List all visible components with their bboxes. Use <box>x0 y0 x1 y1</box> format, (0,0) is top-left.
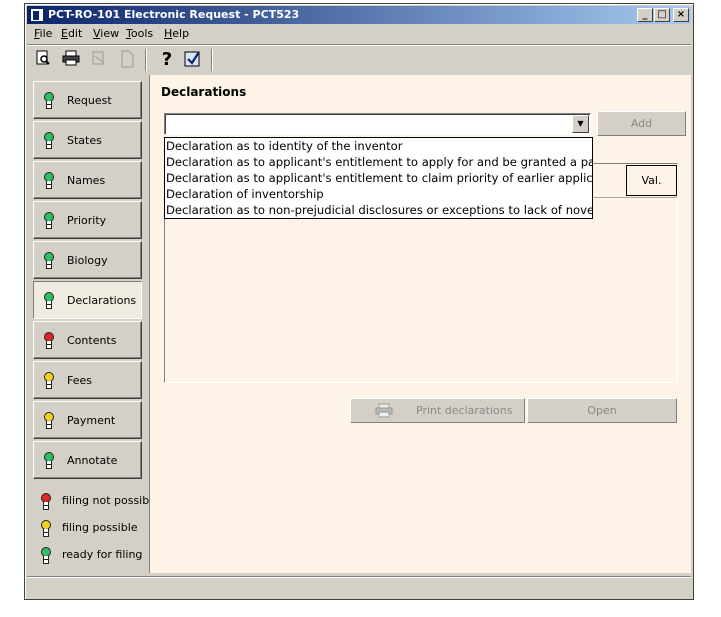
sidebar-item-label: Payment <box>67 414 116 427</box>
menu-view[interactable]: View <box>93 27 119 40</box>
legend-label: filing not possible <box>62 494 160 507</box>
maximize-button[interactable]: □ <box>654 8 670 22</box>
sidebar: Request States Names Priority Biology De… <box>27 75 159 575</box>
new-icon[interactable] <box>117 50 137 70</box>
print-icon <box>375 403 393 426</box>
app-window: PCT-RO-101 Electronic Request - PCT523 _… <box>24 3 694 600</box>
status-light-icon <box>44 212 54 230</box>
minimize-button[interactable]: _ <box>637 8 653 22</box>
sidebar-item-label: Annotate <box>67 454 118 467</box>
chevron-down-icon[interactable]: ▼ <box>572 115 589 133</box>
sidebar-item-label: States <box>67 134 102 147</box>
sidebar-item-label: Fees <box>67 374 92 387</box>
status-light-icon <box>44 172 54 190</box>
print-declarations-label: Print declarations <box>416 404 513 417</box>
sidebar-item-fees[interactable]: Fees <box>33 361 142 399</box>
toolbar: ? <box>27 44 691 74</box>
title-bar[interactable]: PCT-RO-101 Electronic Request - PCT523 _… <box>27 6 691 24</box>
sidebar-item-label: Declarations <box>67 294 137 307</box>
declaration-dropdown-list[interactable]: Declaration as to identity of the invent… <box>164 137 593 219</box>
preview-icon[interactable] <box>33 50 53 70</box>
page-title: Declarations <box>161 85 247 99</box>
sidebar-item-payment[interactable]: Payment <box>33 401 142 439</box>
green-light-icon <box>41 547 51 565</box>
status-light-icon <box>44 412 54 430</box>
sidebar-item-label: Biology <box>67 254 108 267</box>
sidebar-item-label: Names <box>67 174 106 187</box>
dropdown-option[interactable]: Declaration as to applicant's entitlemen… <box>165 170 592 186</box>
sidebar-item-request[interactable]: Request <box>33 81 142 119</box>
sidebar-item-label: Contents <box>67 334 117 347</box>
status-light-icon <box>44 292 54 310</box>
status-light-icon <box>44 372 54 390</box>
declarations-panel: Declarations ▼ Add Val. Declaration as t… <box>149 75 691 573</box>
status-light-icon <box>44 132 54 150</box>
app-icon <box>30 8 44 22</box>
column-header-val[interactable]: Val. <box>626 165 677 196</box>
sidebar-item-label: Priority <box>67 214 107 227</box>
close-button[interactable]: × <box>673 8 689 22</box>
status-light-icon <box>44 252 54 270</box>
toolbar-separator <box>145 49 147 71</box>
sidebar-item-contents[interactable]: Contents <box>33 321 142 359</box>
sidebar-item-label: Request <box>67 94 112 107</box>
sidebar-item-priority[interactable]: Priority <box>33 201 142 239</box>
red-light-icon <box>41 493 51 511</box>
open-button[interactable]: Open <box>527 398 677 423</box>
dropdown-option[interactable]: Declaration of inventorship <box>165 186 592 202</box>
toolbar-separator <box>211 49 213 71</box>
print-declarations-button[interactable]: Print declarations <box>350 398 525 423</box>
sidebar-item-annotate[interactable]: Annotate <box>33 441 142 479</box>
sidebar-item-states[interactable]: States <box>33 121 142 159</box>
dropdown-option[interactable]: Declaration as to applicant's entitlemen… <box>165 154 592 170</box>
export-icon[interactable] <box>89 50 109 70</box>
legend-label: ready for filing <box>62 548 143 561</box>
menu-bar: File Edit View Tools Help <box>27 25 691 43</box>
window-title: PCT-RO-101 Electronic Request - PCT523 <box>48 8 300 21</box>
dropdown-option[interactable]: Declaration as to non-prejudicial disclo… <box>165 202 592 218</box>
sidebar-item-declarations[interactable]: Declarations <box>33 281 142 319</box>
menu-edit[interactable]: Edit <box>61 27 82 40</box>
legend-label: filing possible <box>62 521 138 534</box>
declaration-type-select[interactable]: ▼ <box>164 113 591 135</box>
add-button[interactable]: Add <box>597 111 686 136</box>
check-icon[interactable] <box>183 50 203 70</box>
status-bar <box>27 576 691 597</box>
menu-help[interactable]: Help <box>164 27 189 40</box>
sidebar-item-names[interactable]: Names <box>33 161 142 199</box>
status-light-icon <box>44 452 54 470</box>
status-light-icon <box>44 92 54 110</box>
menu-tools[interactable]: Tools <box>126 27 153 40</box>
print-icon[interactable] <box>61 50 81 70</box>
menu-file[interactable]: File <box>34 27 52 40</box>
dropdown-option[interactable]: Declaration as to identity of the invent… <box>165 138 592 154</box>
status-light-icon <box>44 332 54 350</box>
help-icon[interactable]: ? <box>157 50 177 70</box>
sidebar-item-biology[interactable]: Biology <box>33 241 142 279</box>
yellow-light-icon <box>41 520 51 538</box>
